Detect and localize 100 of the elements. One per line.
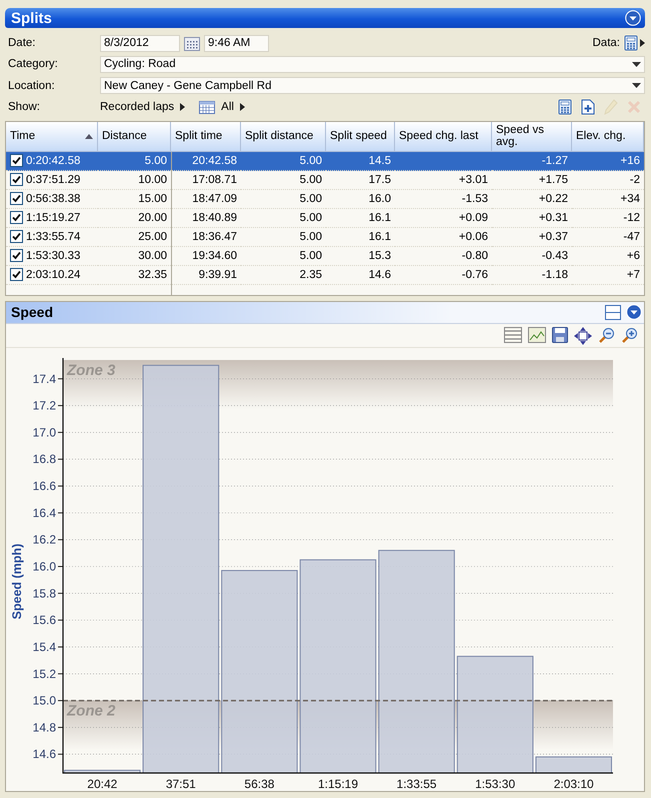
zoom-in-icon[interactable] bbox=[621, 326, 638, 344]
table-cell: -0.76 bbox=[395, 266, 492, 285]
panel-title: Speed bbox=[11, 304, 54, 320]
y-tick-label: 17.0 bbox=[32, 425, 56, 440]
collapse-icon[interactable] bbox=[626, 304, 642, 320]
y-tick-label: 17.2 bbox=[32, 398, 56, 413]
time-field[interactable]: 9:46 AM bbox=[204, 34, 269, 52]
table-cell: 17.5 bbox=[326, 170, 395, 190]
table-cell: 2.35 bbox=[241, 266, 326, 285]
table-cell: 16.0 bbox=[326, 190, 395, 209]
table-cell: 16.1 bbox=[326, 228, 395, 247]
zone-label: Zone 3 bbox=[67, 362, 116, 379]
table-cell: +6 bbox=[572, 246, 644, 266]
checkbox[interactable] bbox=[10, 268, 23, 282]
data-menu-icon[interactable] bbox=[624, 35, 645, 51]
field-label: Location: bbox=[7, 80, 56, 92]
column-header[interactable]: Elev. chg. bbox=[572, 122, 644, 152]
table-cell: 5.00 bbox=[241, 190, 326, 209]
checkbox[interactable] bbox=[10, 230, 23, 244]
table-cell: 20.00 bbox=[98, 208, 171, 228]
table-cell: -12 bbox=[572, 208, 644, 228]
y-tick-label: 15.2 bbox=[32, 666, 56, 681]
table-cell: +0.09 bbox=[395, 208, 492, 228]
checkbox[interactable] bbox=[10, 154, 23, 168]
column-header[interactable]: Time bbox=[6, 122, 98, 152]
date-field[interactable]: 8/3/2012 bbox=[100, 34, 180, 52]
table-cell[interactable]: 0:20:42.58 bbox=[6, 152, 98, 171]
all-menu-link[interactable]: All bbox=[199, 100, 245, 114]
table-cell: 5.00 bbox=[241, 152, 326, 171]
y-tick-label: 15.0 bbox=[32, 694, 56, 708]
table-cell[interactable]: 0:56:38.38 bbox=[6, 190, 98, 209]
checkbox[interactable] bbox=[10, 173, 23, 186]
table-cell: -1.27 bbox=[492, 152, 572, 171]
table-cell: 18:47.09 bbox=[171, 190, 241, 209]
layout-icon[interactable] bbox=[605, 304, 621, 320]
table-cell: +0.37 bbox=[492, 228, 572, 247]
table-cell[interactable]: 1:15:19.27 bbox=[6, 208, 98, 228]
table-cell[interactable]: 0:37:51.29 bbox=[6, 170, 98, 190]
zoom-out-icon[interactable] bbox=[598, 326, 615, 344]
checkbox[interactable] bbox=[10, 211, 23, 224]
x-tick-label: 20:42 bbox=[87, 776, 118, 791]
table-cell: +7 bbox=[572, 266, 644, 285]
calendar-icon[interactable] bbox=[184, 36, 200, 50]
checkbox[interactable] bbox=[10, 249, 23, 262]
caret-icon bbox=[240, 103, 245, 112]
table-cell[interactable]: 1:53:30.33 bbox=[6, 246, 98, 266]
caret-icon bbox=[632, 62, 641, 67]
table-cell: 30.00 bbox=[98, 246, 171, 266]
table-cell: -0.80 bbox=[395, 246, 492, 266]
checkbox[interactable] bbox=[10, 192, 23, 206]
field-label: Date: bbox=[7, 37, 36, 49]
table-cell: 25.00 bbox=[98, 228, 171, 247]
chart-icon[interactable] bbox=[528, 326, 546, 343]
column-header[interactable]: Speed chg. last bbox=[395, 122, 492, 152]
category-dropdown[interactable]: Cycling: Road bbox=[100, 56, 645, 73]
table-cell: -1.18 bbox=[492, 266, 572, 285]
laps-menu-link[interactable]: Recorded laps bbox=[100, 101, 186, 114]
table-cell: 18:40.89 bbox=[171, 208, 241, 228]
table-cell: -47 bbox=[572, 228, 644, 247]
lines-icon[interactable] bbox=[504, 326, 522, 343]
fit-view-icon[interactable] bbox=[574, 326, 592, 345]
y-tick-label: 16.4 bbox=[32, 506, 56, 520]
x-tick-label: 56:38 bbox=[244, 776, 274, 791]
location-dropdown[interactable]: New Caney - Gene Campbell Rd bbox=[100, 77, 645, 94]
table-cell: +16 bbox=[572, 152, 644, 171]
column-header[interactable]: Split time bbox=[171, 122, 241, 152]
table-cell: +0.06 bbox=[395, 228, 492, 247]
y-tick-label: 15.4 bbox=[32, 640, 56, 654]
table-cell[interactable]: 2:03:10.24 bbox=[6, 266, 98, 285]
table-cell: -2 bbox=[572, 170, 644, 190]
column-header[interactable]: Split distance bbox=[241, 122, 326, 152]
table-cell: -1.53 bbox=[395, 190, 492, 209]
table-cell: 9:39.91 bbox=[171, 266, 241, 285]
x-tick-label: 1:53:30 bbox=[475, 776, 516, 791]
table-cell: 16.1 bbox=[326, 208, 395, 228]
table-cell: 18:36.47 bbox=[171, 228, 241, 247]
y-tick-label: 16.6 bbox=[32, 479, 56, 494]
y-tick-label: 14.8 bbox=[32, 720, 56, 734]
y-tick-label: 16.0 bbox=[32, 559, 56, 574]
table-cell: 15.00 bbox=[98, 190, 171, 209]
y-axis-title: Speed (mph) bbox=[10, 544, 24, 620]
table-cell: 5.00 bbox=[241, 208, 326, 228]
column-header[interactable]: Distance bbox=[98, 122, 171, 152]
y-tick-label: 15.6 bbox=[32, 613, 56, 628]
column-header[interactable]: Speed vs avg. bbox=[492, 122, 572, 152]
save-icon[interactable] bbox=[552, 326, 568, 343]
table-cell: +3.01 bbox=[395, 170, 492, 190]
caret-icon bbox=[180, 103, 186, 112]
collapse-icon[interactable] bbox=[625, 10, 641, 26]
caret-icon bbox=[632, 83, 641, 88]
field-label: Show: bbox=[7, 101, 41, 114]
y-tick-label: 16.2 bbox=[32, 532, 56, 547]
y-tick-label: 17.4 bbox=[32, 372, 56, 386]
add-page-icon[interactable] bbox=[581, 99, 595, 116]
y-tick-label: 15.8 bbox=[32, 586, 56, 600]
column-header[interactable]: Split speed bbox=[326, 122, 395, 152]
table-cell: 14.5 bbox=[326, 152, 395, 171]
x-tick-label: 1:15:19 bbox=[318, 776, 358, 791]
table-cell[interactable]: 1:33:55.74 bbox=[6, 228, 98, 247]
calculator-icon[interactable] bbox=[558, 99, 572, 116]
